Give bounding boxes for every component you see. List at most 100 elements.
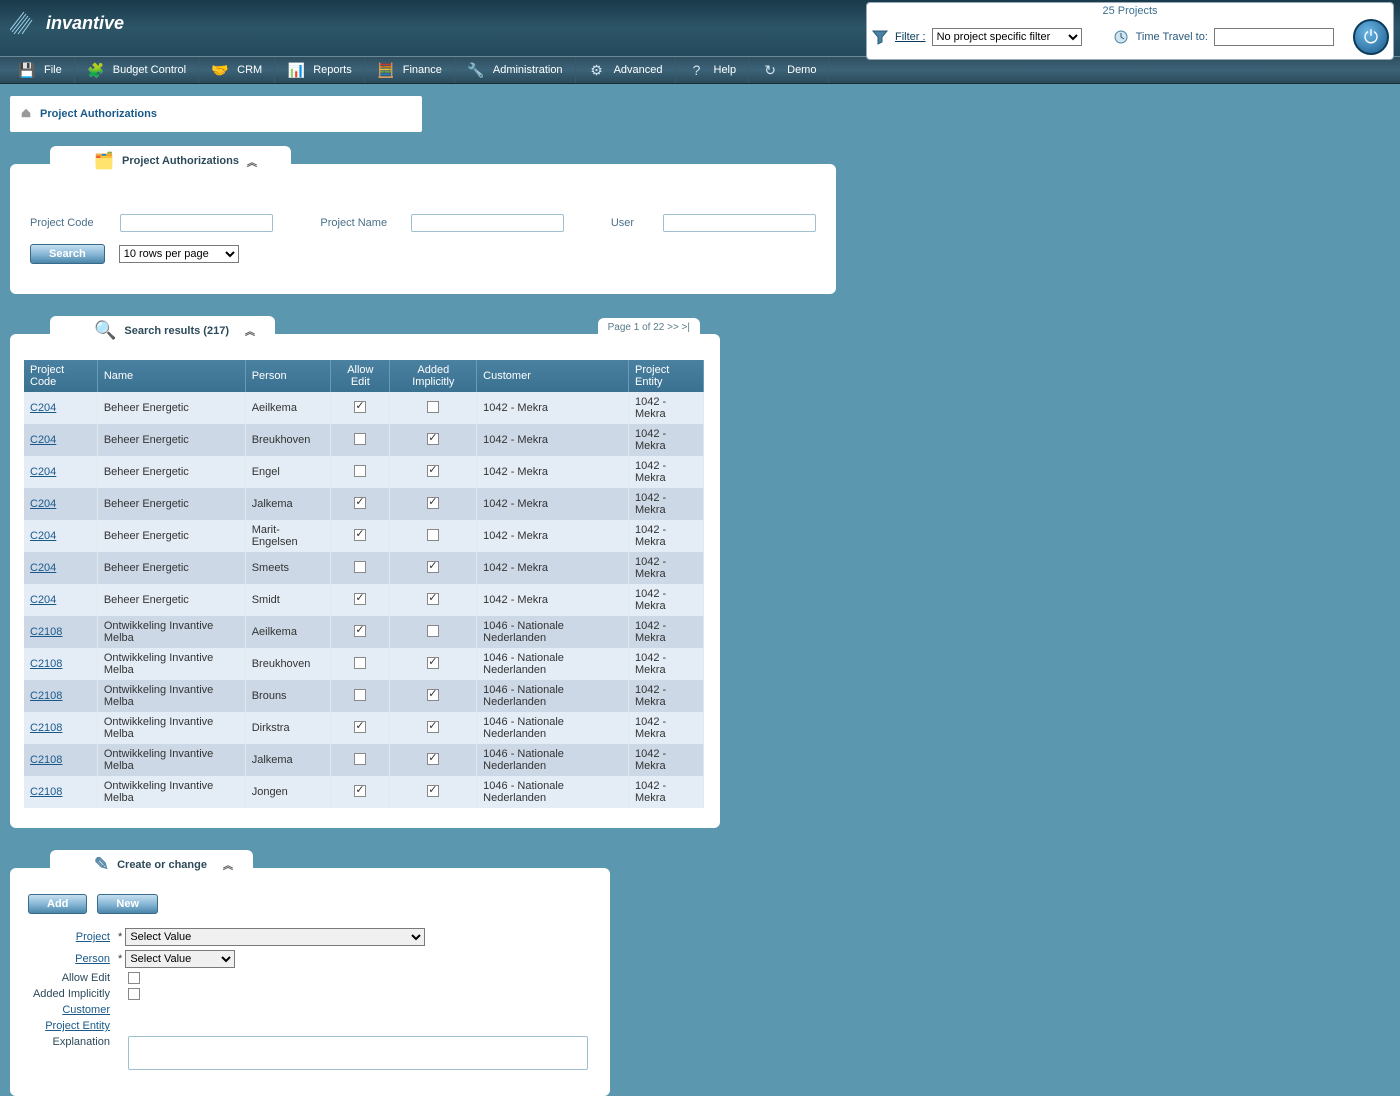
cell-project-code[interactable]: C2108: [24, 712, 97, 744]
breadcrumb-title: Project Authorizations: [40, 108, 157, 120]
menu-reports[interactable]: 📊Reports: [275, 57, 365, 83]
form-tab[interactable]: ✎ Create or change ︽: [50, 850, 253, 879]
cell-entity: 1042 - Mekra: [629, 424, 704, 456]
col-project-code[interactable]: Project Code: [24, 360, 97, 392]
allow-checkbox[interactable]: [354, 529, 366, 541]
new-button[interactable]: New: [97, 894, 158, 914]
allow-checkbox[interactable]: [354, 593, 366, 605]
menu-help[interactable]: ?Help: [676, 57, 750, 83]
cell-impl: [390, 424, 477, 456]
power-icon: ⏻: [1364, 27, 1378, 48]
cell-person: Engel: [245, 456, 331, 488]
form-person-select[interactable]: Select Value: [125, 950, 235, 968]
allow-checkbox[interactable]: [354, 465, 366, 477]
col-added-implicitly[interactable]: Added Implicitly: [390, 360, 477, 392]
cell-project-code[interactable]: C204: [24, 552, 97, 584]
impl-checkbox[interactable]: [427, 561, 439, 573]
form-allow-checkbox[interactable]: [128, 972, 140, 984]
cell-name: Ontwikkeling Invantive Melba: [97, 744, 245, 776]
cell-customer: 1046 - Nationale Nederlanden: [477, 712, 629, 744]
menu-advanced[interactable]: ⚙Advanced: [576, 57, 676, 83]
cell-allow: [331, 488, 390, 520]
impl-checkbox[interactable]: [427, 657, 439, 669]
menu-administration[interactable]: 🔧Administration: [455, 57, 576, 83]
topbar: invantive 25 Projects Filter : No projec…: [0, 0, 1400, 56]
cell-project-code[interactable]: C2108: [24, 648, 97, 680]
menu-budget-control[interactable]: 🧩Budget Control: [75, 57, 199, 83]
impl-checkbox[interactable]: [427, 625, 439, 637]
impl-checkbox[interactable]: [427, 529, 439, 541]
allow-checkbox[interactable]: [354, 785, 366, 797]
cell-project-code[interactable]: C2108: [24, 744, 97, 776]
cell-project-code[interactable]: C204: [24, 392, 97, 424]
allow-checkbox[interactable]: [354, 561, 366, 573]
allow-checkbox[interactable]: [354, 689, 366, 701]
results-tab[interactable]: 🔍 Search results (217) ︽: [50, 316, 275, 345]
cell-project-code[interactable]: C204: [24, 456, 97, 488]
time-travel-input[interactable]: [1214, 28, 1334, 46]
search-button[interactable]: Search: [30, 244, 105, 264]
chevron-up-icon: ︽: [223, 857, 233, 872]
user-input[interactable]: [663, 214, 816, 232]
form-customer-label[interactable]: Customer: [28, 1004, 118, 1016]
allow-checkbox[interactable]: [354, 625, 366, 637]
allow-checkbox[interactable]: [354, 401, 366, 413]
cell-project-code[interactable]: C204: [24, 584, 97, 616]
form-project-label[interactable]: Project: [28, 931, 118, 943]
impl-checkbox[interactable]: [427, 465, 439, 477]
filter-select[interactable]: No project specific filter: [932, 28, 1082, 46]
project-name-input[interactable]: [411, 214, 564, 232]
project-code-input[interactable]: [120, 214, 273, 232]
cell-project-code[interactable]: C2108: [24, 680, 97, 712]
table-row: C204Beheer EnergeticBreukhoven1042 - Mek…: [24, 424, 704, 456]
cell-entity: 1042 - Mekra: [629, 680, 704, 712]
cell-entity: 1042 - Mekra: [629, 712, 704, 744]
col-customer[interactable]: Customer: [477, 360, 629, 392]
impl-checkbox[interactable]: [427, 497, 439, 509]
form-person-label[interactable]: Person: [28, 953, 118, 965]
brand-text: invantive: [46, 13, 124, 34]
col-name[interactable]: Name: [97, 360, 245, 392]
form-project-select[interactable]: Select Value: [125, 928, 425, 946]
cell-customer: 1042 - Mekra: [477, 424, 629, 456]
col-person[interactable]: Person: [245, 360, 331, 392]
cell-project-code[interactable]: C204: [24, 488, 97, 520]
menu-finance[interactable]: 🧮Finance: [365, 57, 455, 83]
cell-project-code[interactable]: C204: [24, 424, 97, 456]
allow-checkbox[interactable]: [354, 497, 366, 509]
project-name-label: Project Name: [320, 217, 396, 229]
cell-project-code[interactable]: C204: [24, 520, 97, 552]
impl-checkbox[interactable]: [427, 785, 439, 797]
allow-checkbox[interactable]: [354, 753, 366, 765]
rows-per-page-select[interactable]: 10 rows per page: [119, 245, 239, 263]
impl-checkbox[interactable]: [427, 753, 439, 765]
funnel-icon: [871, 28, 889, 46]
allow-checkbox[interactable]: [354, 721, 366, 733]
form-impl-checkbox[interactable]: [128, 988, 140, 1000]
allow-checkbox[interactable]: [354, 657, 366, 669]
impl-checkbox[interactable]: [427, 721, 439, 733]
menu-demo[interactable]: ↻Demo: [749, 57, 829, 83]
form-explanation-input[interactable]: [128, 1036, 588, 1070]
add-button[interactable]: Add: [28, 894, 87, 914]
form-entity-label[interactable]: Project Entity: [28, 1020, 118, 1032]
impl-checkbox[interactable]: [427, 689, 439, 701]
menu-icon: 🔧: [467, 61, 485, 79]
col-allow-edit[interactable]: Allow Edit: [331, 360, 390, 392]
search-tab[interactable]: 🗂️ Project Authorizations ︽: [50, 146, 291, 176]
cell-project-code[interactable]: C2108: [24, 616, 97, 648]
filter-link[interactable]: Filter :: [895, 31, 926, 43]
col-project-entity[interactable]: Project Entity: [629, 360, 704, 392]
clock-icon: [1112, 28, 1130, 46]
cell-customer: 1042 - Mekra: [477, 584, 629, 616]
impl-checkbox[interactable]: [427, 593, 439, 605]
menu-crm[interactable]: 🤝CRM: [199, 57, 275, 83]
power-button[interactable]: ⏻: [1353, 19, 1389, 55]
menu-file[interactable]: 💾File: [6, 57, 75, 83]
impl-checkbox[interactable]: [427, 433, 439, 445]
pager[interactable]: Page 1 of 22 >> >|: [598, 318, 700, 337]
allow-checkbox[interactable]: [354, 433, 366, 445]
impl-checkbox[interactable]: [427, 401, 439, 413]
cell-project-code[interactable]: C2108: [24, 776, 97, 808]
cell-name: Beheer Energetic: [97, 584, 245, 616]
